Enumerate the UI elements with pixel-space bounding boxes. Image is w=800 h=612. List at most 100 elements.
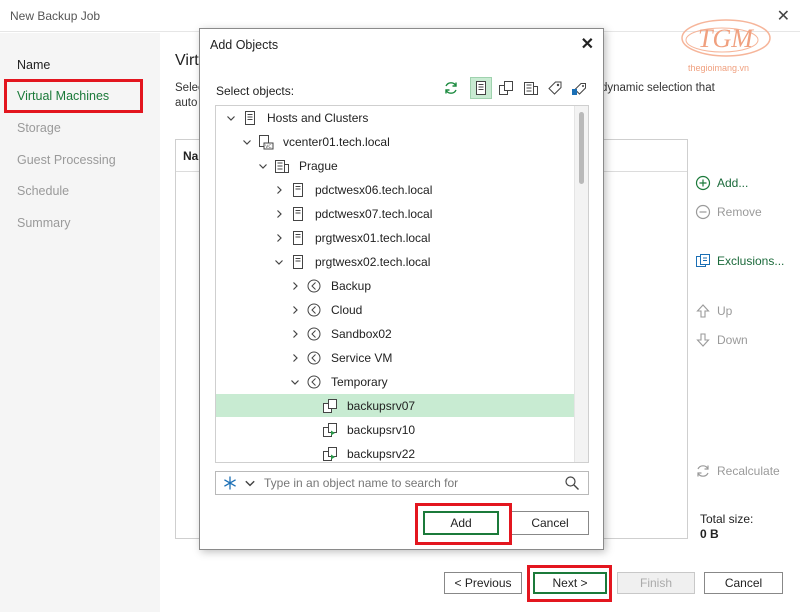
chevron-down-icon[interactable] [256, 159, 270, 173]
recalculate-label: Recalculate [717, 464, 780, 478]
step-name[interactable]: Name [17, 58, 50, 72]
host-icon [290, 182, 306, 198]
resource-pool-icon [306, 374, 322, 390]
move-down-button[interactable]: Down [695, 332, 748, 348]
asterisk-filter-icon[interactable] [222, 475, 238, 491]
step-storage[interactable]: Storage [17, 121, 61, 135]
tree-node-label: backupsrv07 [347, 398, 416, 413]
host-icon [290, 230, 306, 246]
step-guest-processing[interactable]: Guest Processing [17, 153, 116, 167]
up-label: Up [717, 304, 733, 318]
total-size-label: Total size: [700, 512, 754, 526]
previous-button[interactable]: < Previous [444, 572, 522, 594]
exclusions-button[interactable]: Exclusions... [695, 253, 784, 269]
hosts-and-clusters-view-icon[interactable] [470, 77, 492, 99]
arrow-down-icon [695, 332, 711, 348]
highlight-add [415, 503, 512, 545]
tree-node-label: pdctwesx07.tech.local [315, 206, 433, 221]
finish-button[interactable]: Finish [617, 572, 695, 594]
datacenter-icon [274, 158, 290, 174]
page-description-line2: auto [175, 97, 198, 109]
scrollbar-thumb[interactable] [579, 112, 584, 184]
tree-node-vm-selected[interactable]: backupsrv07 [216, 394, 574, 417]
svg-text:thegioimang.vn: thegioimang.vn [688, 63, 749, 73]
chevron-down-icon[interactable] [244, 477, 256, 489]
tree-scrollbar[interactable] [574, 106, 588, 462]
chevron-right-icon[interactable] [272, 207, 286, 221]
tree-node-label: pdctwesx06.tech.local [315, 182, 433, 197]
arrow-up-icon [695, 303, 711, 319]
datastores-view-icon[interactable] [520, 77, 542, 99]
chevron-down-icon[interactable] [240, 135, 254, 149]
svg-text:TGM: TGM [698, 24, 754, 53]
window-close-icon[interactable]: ✕ [777, 6, 790, 26]
resource-pool-icon [306, 350, 322, 366]
tree-node-datacenter[interactable]: Prague [216, 154, 574, 177]
svg-text:VC: VC [265, 143, 271, 149]
chevron-right-icon[interactable] [288, 279, 302, 293]
total-size-value: 0 B [700, 527, 719, 541]
select-objects-label: Select objects: [216, 84, 295, 98]
tree-node-label: backupsrv22 [347, 446, 416, 461]
host-icon [290, 254, 306, 270]
plus-circle-icon [695, 175, 711, 191]
step-summary[interactable]: Summary [17, 216, 70, 230]
dialog-close-icon[interactable]: ✕ [581, 34, 594, 54]
search-input[interactable] [264, 476, 564, 490]
exclusions-label: Exclusions... [717, 254, 785, 268]
tree-node-label: Temporary [331, 374, 388, 389]
tree-node-host[interactable]: prgtwesx02.tech.local [216, 250, 574, 273]
tree-node-vm[interactable]: backupsrv10 [216, 418, 574, 441]
remove-button[interactable]: Remove [695, 204, 762, 220]
chevron-right-icon[interactable] [272, 231, 286, 245]
chevron-right-icon[interactable] [288, 303, 302, 317]
step-schedule[interactable]: Schedule [17, 184, 69, 198]
tree-node-label: Cloud [331, 302, 363, 317]
resource-pool-icon [306, 326, 322, 342]
watermark-logo: TGM thegioimang.vn [676, 16, 776, 76]
chevron-down-icon[interactable] [272, 255, 286, 269]
tree-node-vm[interactable]: backupsrv22 [216, 442, 574, 462]
minus-circle-icon [695, 204, 711, 220]
chevron-right-icon[interactable] [288, 351, 302, 365]
chevron-right-icon[interactable] [272, 183, 286, 197]
column-name-header[interactable]: Na [183, 149, 198, 163]
recalculate-button[interactable]: Recalculate [695, 463, 780, 479]
highlight-virtual-machines [4, 79, 143, 113]
chevron-down-icon[interactable] [288, 375, 302, 389]
tree-node-resource-pool[interactable]: Service VM [216, 346, 574, 369]
exclusions-icon [695, 253, 711, 269]
chevron-right-icon[interactable] [288, 327, 302, 341]
add-objects-dialog: Add Objects ✕ Select objects: Hosts and … [199, 28, 604, 550]
dialog-cancel-button[interactable]: Cancel [511, 511, 589, 535]
window-title: New Backup Job [10, 9, 101, 23]
move-up-button[interactable]: Up [695, 303, 732, 319]
tree-node-resource-pool[interactable]: Cloud [216, 298, 574, 321]
vm-tags-icon[interactable] [568, 77, 590, 99]
tree-node-host[interactable]: pdctwesx06.tech.local [216, 178, 574, 201]
tree-node-vcenter[interactable]: VC vcenter01.tech.local [216, 130, 574, 153]
tag-icon[interactable] [544, 77, 566, 99]
tree-node-resource-pool[interactable]: Backup [216, 274, 574, 297]
tree-node-label: Sandbox02 [331, 326, 392, 341]
highlight-next [527, 565, 612, 602]
tree-node-hosts-and-clusters[interactable]: Hosts and Clusters [216, 106, 574, 129]
chevron-down-icon[interactable] [224, 111, 238, 125]
tree-node-resource-pool[interactable]: Temporary [216, 370, 574, 393]
add-object-button[interactable]: Add... [695, 175, 748, 191]
refresh-icon [695, 463, 711, 479]
objects-tree[interactable]: Hosts and Clusters VC vcenter01.tech.loc… [215, 105, 589, 463]
tree-node-label: Hosts and Clusters [267, 110, 369, 125]
search-icon[interactable] [564, 475, 580, 491]
vcenter-icon: VC [258, 134, 274, 150]
host-icon [290, 206, 306, 222]
page-heading: Virt [175, 52, 199, 69]
tree-node-label: vcenter01.tech.local [283, 134, 390, 149]
tree-node-resource-pool[interactable]: Sandbox02 [216, 322, 574, 345]
cancel-button[interactable]: Cancel [704, 572, 783, 594]
refresh-icon[interactable] [440, 77, 462, 99]
tree-node-host[interactable]: pdctwesx07.tech.local [216, 202, 574, 225]
vms-and-templates-view-icon[interactable] [495, 77, 517, 99]
tree-node-host[interactable]: prgtwesx01.tech.local [216, 226, 574, 249]
object-search-box[interactable] [215, 471, 589, 495]
